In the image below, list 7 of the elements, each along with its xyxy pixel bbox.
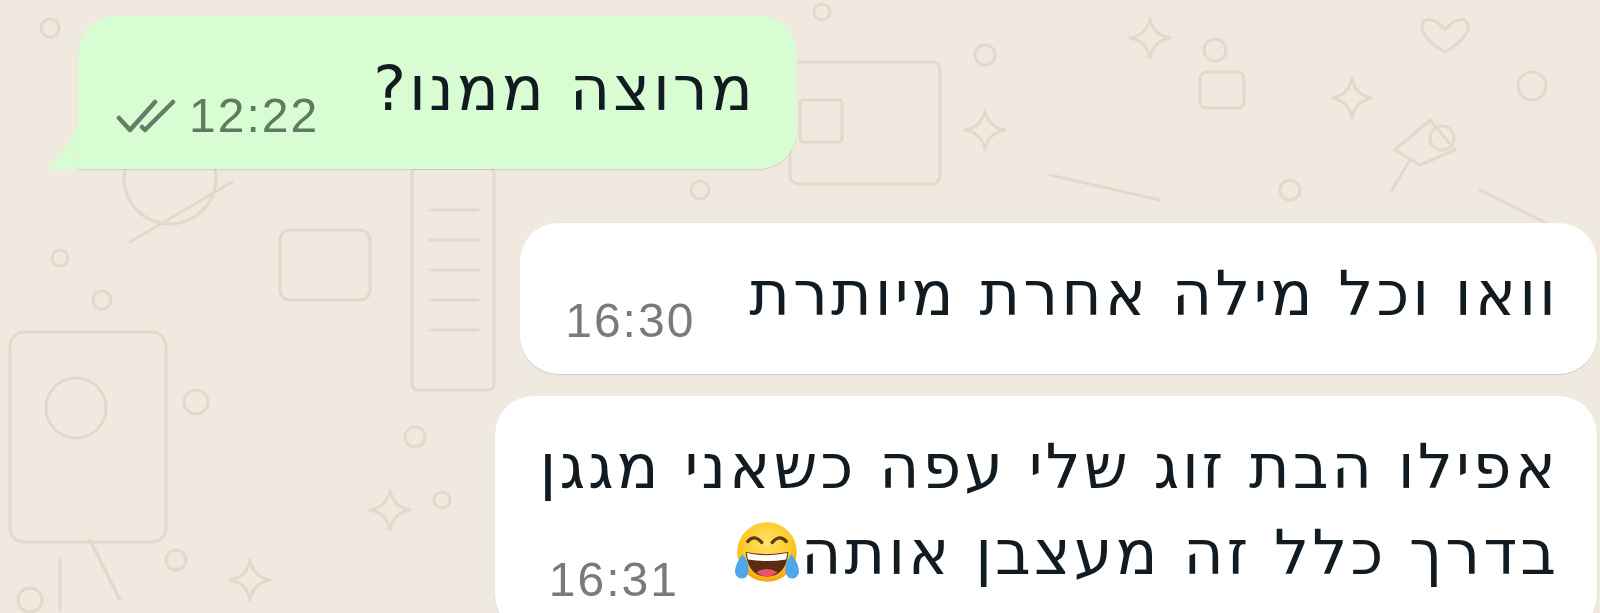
message-text: וואו וכל מילה אחרת מיותרת <box>749 257 1559 330</box>
message-time: 12:22 <box>189 92 320 140</box>
message-text: אפילו הבת זוג שלי עפה כשאני מגגן <box>539 430 1559 503</box>
message-time: 16:31 <box>548 556 679 604</box>
message-text: מרוצה ממנו? <box>373 52 756 125</box>
message-time: 16:30 <box>565 297 696 345</box>
message-text: בדרך כלל זה מעצבן אותה <box>800 516 1559 589</box>
